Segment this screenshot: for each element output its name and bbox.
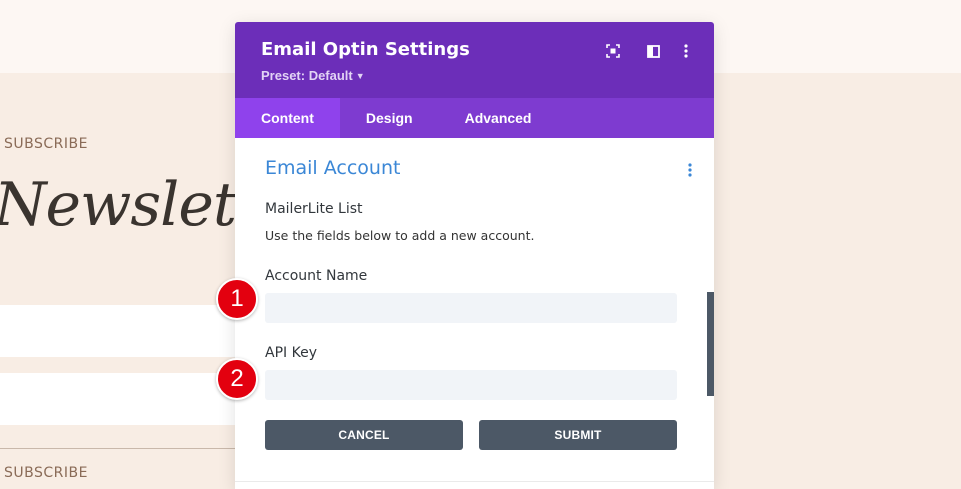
tab-design[interactable]: Design (340, 98, 439, 138)
account-name-label: Account Name (265, 268, 368, 284)
scrollbar-thumb[interactable] (707, 292, 714, 396)
caret-down-icon: ▼ (355, 71, 365, 81)
account-name-input[interactable] (265, 293, 677, 323)
api-key-input[interactable] (265, 370, 677, 400)
subscribe-eyebrow-bottom: SUBSCRIBE (4, 465, 88, 481)
helper-text: Use the fields below to add a new accoun… (265, 228, 535, 243)
tab-advanced[interactable]: Advanced (439, 98, 558, 138)
modal-title: Email Optin Settings (261, 39, 470, 60)
preset-label: Preset: Default (261, 68, 353, 83)
mailerlite-list-label: MailerLite List (265, 201, 363, 217)
more-options-icon[interactable] (677, 42, 695, 60)
preset-selector[interactable]: Preset: Default ▼ (261, 68, 365, 83)
section-title-email-account[interactable]: Email Account (265, 157, 400, 179)
section-divider (235, 481, 714, 482)
cancel-button[interactable]: CANCEL (265, 420, 463, 450)
email-optin-settings-modal: Email Optin Settings Preset: Default ▼ Co… (235, 22, 714, 489)
modal-body: Email Account MailerLite List Use the fi… (235, 138, 714, 489)
subscribe-eyebrow-top: SUBSCRIBE (4, 136, 88, 152)
background-divider (0, 448, 240, 449)
section-options-icon[interactable] (684, 162, 696, 178)
newsletter-heading: Newslett (0, 170, 260, 240)
tab-content[interactable]: Content (235, 98, 340, 138)
background-name-input[interactable] (0, 305, 240, 357)
background-email-input[interactable] (0, 373, 240, 425)
annotation-marker-2: 2 (216, 358, 258, 400)
split-view-icon[interactable] (644, 42, 662, 60)
annotation-marker-1: 1 (216, 278, 258, 320)
modal-header: Email Optin Settings Preset: Default ▼ (235, 22, 714, 98)
api-key-label: API Key (265, 345, 317, 361)
settings-tabs: Content Design Advanced (235, 98, 714, 138)
focus-icon[interactable] (604, 42, 622, 60)
submit-button[interactable]: SUBMIT (479, 420, 677, 450)
